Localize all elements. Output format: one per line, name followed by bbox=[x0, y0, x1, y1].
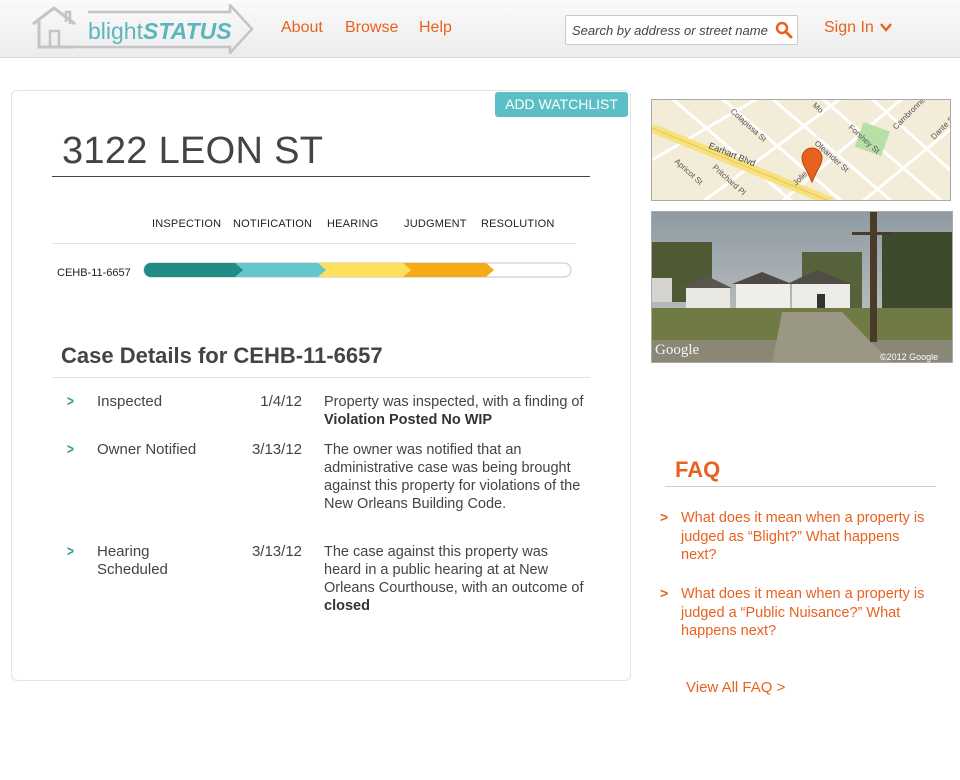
signin-label: Sign In bbox=[824, 19, 874, 36]
add-watchlist-button[interactable]: ADD WATCHLIST bbox=[495, 92, 628, 117]
faq-title: FAQ bbox=[675, 457, 721, 482]
address-divider bbox=[52, 176, 590, 177]
stage-inspection: INSPECTION bbox=[152, 218, 222, 230]
stage-judgment: JUDGMENT bbox=[404, 218, 467, 230]
event-name: Owner Notified bbox=[97, 441, 197, 458]
street-view-graphic: Google ©2012 Google bbox=[652, 212, 952, 362]
search-box bbox=[565, 15, 798, 45]
chevron-right-icon: > bbox=[66, 543, 74, 560]
signin-menu[interactable]: Sign In bbox=[824, 19, 892, 37]
property-map[interactable]: Colapissa St Earhart Blvd Pritchard Pl A… bbox=[651, 99, 951, 201]
view-all-faq-link[interactable]: View All FAQ > bbox=[686, 679, 785, 696]
progress-segment-notification bbox=[235, 263, 326, 277]
event-description: The case against this property was heard… bbox=[324, 543, 584, 615]
street-view-copyright: ©2012 Google bbox=[880, 352, 938, 362]
event-name: Hearing Scheduled bbox=[97, 543, 168, 578]
stage-divider bbox=[52, 243, 576, 244]
faq-question[interactable]: What does it mean when a property is jud… bbox=[681, 585, 937, 641]
case-id: CEHB-11-6657 bbox=[57, 267, 131, 279]
progress-segment-hearing bbox=[318, 263, 411, 277]
chevron-right-icon: > bbox=[660, 585, 669, 601]
event-name: Inspected bbox=[97, 393, 163, 410]
event-desc-outcome: closed bbox=[324, 598, 370, 614]
property-address: 3122 LEON ST bbox=[62, 130, 324, 172]
chevron-right-icon: > bbox=[66, 393, 74, 410]
logo[interactable]: blightSTATUS bbox=[30, 4, 254, 54]
case-details-title: Case Details for CEHB-11-6657 bbox=[61, 343, 383, 368]
header: blightSTATUS About Browse Help Sign In bbox=[0, 0, 960, 58]
progress-segment-judgment bbox=[403, 263, 494, 277]
event-desc-text: Property was inspected, with a finding o… bbox=[324, 394, 584, 410]
progress-segment-inspection bbox=[144, 263, 243, 277]
event-date: 3/13/12 bbox=[251, 441, 302, 458]
logo-blight: blight bbox=[88, 18, 143, 44]
nav-browse[interactable]: Browse bbox=[345, 19, 398, 37]
event-date: 1/4/12 bbox=[260, 393, 302, 410]
event-desc-outcome: Violation Posted No WIP bbox=[324, 412, 493, 428]
event-description: Property was inspected, with a finding o… bbox=[324, 393, 584, 429]
logo-status: STATUS bbox=[142, 18, 232, 44]
stage-resolution: RESOLUTION bbox=[481, 218, 555, 230]
event-desc-text: The case against this property was heard… bbox=[324, 544, 584, 596]
chevron-right-icon: > bbox=[66, 441, 74, 458]
stage-hearing: HEARING bbox=[327, 218, 379, 230]
chevron-down-icon bbox=[879, 23, 892, 33]
stage-notification: NOTIFICATION bbox=[233, 218, 313, 230]
event-date: 3/13/12 bbox=[251, 543, 302, 560]
map-graphic: Colapissa St Earhart Blvd Pritchard Pl A… bbox=[652, 100, 950, 200]
case-progress-bar bbox=[143, 262, 572, 278]
faq-question[interactable]: What does it mean when a property is jud… bbox=[681, 509, 937, 565]
event-description: The owner was notified that an administr… bbox=[324, 441, 584, 513]
logo-text: blightSTATUS bbox=[88, 16, 232, 46]
street-view-image[interactable]: Google ©2012 Google bbox=[651, 211, 953, 363]
street-view-google-brand: Google bbox=[655, 342, 700, 358]
details-divider bbox=[52, 377, 590, 378]
faq-divider bbox=[665, 486, 936, 487]
chevron-right-icon: > bbox=[660, 509, 669, 525]
search-icon[interactable] bbox=[775, 21, 793, 39]
nav-about[interactable]: About bbox=[281, 19, 323, 37]
nav-help[interactable]: Help bbox=[419, 19, 452, 37]
search-input[interactable] bbox=[572, 20, 768, 40]
event-desc-text: The owner was notified that an administr… bbox=[324, 442, 581, 512]
